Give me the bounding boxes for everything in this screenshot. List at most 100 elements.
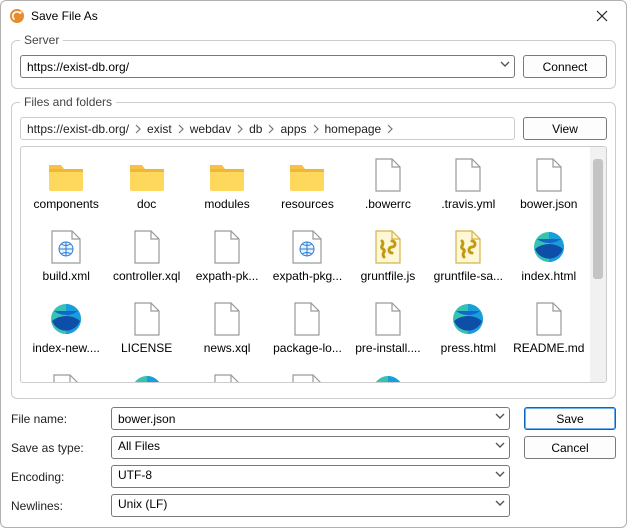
file-item[interactable]: package-lo...	[268, 297, 346, 367]
file-item[interactable]: index.html	[510, 225, 588, 295]
xml-file-icon	[287, 227, 327, 267]
file-item[interactable]: controller.xql	[107, 225, 185, 295]
html-file-icon	[368, 371, 408, 382]
folder-icon	[127, 155, 167, 195]
item-label: .bowerrc	[365, 197, 411, 211]
chevron-right-icon	[266, 123, 276, 135]
file-item[interactable]: gruntfile-sa...	[429, 225, 507, 295]
breadcrumb-segment[interactable]: https://exist-db.org/	[27, 122, 129, 136]
item-label: expath-pkg...	[273, 269, 342, 283]
file-item[interactable]: press.html	[429, 297, 507, 367]
file-item[interactable]: .bowerrc	[349, 153, 427, 223]
scrollbar[interactable]	[590, 147, 606, 382]
chevron-right-icon	[235, 123, 245, 135]
item-label: .travis.yml	[441, 197, 495, 211]
close-icon	[595, 9, 609, 23]
item-label: build.xml	[43, 269, 90, 283]
breadcrumb-segment[interactable]: apps	[280, 122, 306, 136]
item-label: pre-install....	[355, 341, 420, 355]
server-url-input[interactable]	[20, 55, 515, 78]
folder-item[interactable]: modules	[188, 153, 266, 223]
item-label: index.html	[521, 269, 576, 283]
item-label: doc	[137, 197, 156, 211]
file-file-icon	[287, 299, 327, 339]
item-label: gruntfile.js	[361, 269, 416, 283]
breadcrumb-segment[interactable]: webdav	[190, 122, 231, 136]
item-label: README.md	[513, 341, 584, 355]
breadcrumb-segment[interactable]: homepage	[325, 122, 382, 136]
file-grid[interactable]: components doc modules resources .bowerrc .tr…	[21, 147, 590, 382]
newlines-select[interactable]: Unix (LF)	[111, 494, 510, 517]
item-label: press.html	[441, 341, 496, 355]
file-item[interactable]: README.md	[510, 297, 588, 367]
folder-icon	[46, 155, 86, 195]
file-item[interactable]: news.xql	[188, 297, 266, 367]
newlines-value: Unix (LF)	[111, 494, 510, 517]
server-legend: Server	[20, 33, 63, 47]
file-file-icon	[448, 155, 488, 195]
file-file-icon	[46, 371, 86, 382]
file-item[interactable]: index-new....	[27, 297, 105, 367]
files-folders-group: Files and folders https://exist-db.org/e…	[11, 95, 616, 399]
close-button[interactable]	[586, 2, 618, 30]
xml-file-icon	[287, 371, 327, 382]
file-browser: components doc modules resources .bowerrc .tr…	[20, 146, 607, 383]
connect-button[interactable]: Connect	[523, 55, 607, 78]
window-title: Save File As	[31, 9, 586, 23]
item-label: LICENSE	[121, 341, 172, 355]
item-label: gruntfile-sa...	[434, 269, 503, 283]
html-file-icon	[529, 227, 569, 267]
file-item[interactable]: .travis.yml	[429, 153, 507, 223]
newlines-label: Newlines:	[11, 499, 101, 513]
item-label: news.xql	[204, 341, 251, 355]
item-label: modules	[204, 197, 249, 211]
app-icon	[9, 8, 25, 24]
file-item[interactable]: build.xml	[27, 225, 105, 295]
encoding-label: Encoding:	[11, 470, 101, 484]
encoding-value: UTF-8	[111, 465, 510, 488]
item-label: resources	[281, 197, 334, 211]
server-url-combo[interactable]	[20, 55, 515, 78]
encoding-select[interactable]: UTF-8	[111, 465, 510, 488]
file-item[interactable]: LICENSE	[107, 297, 185, 367]
folder-item[interactable]: doc	[107, 153, 185, 223]
html-file-icon	[448, 299, 488, 339]
folder-item[interactable]: components	[27, 153, 105, 223]
save-as-type-value: All Files	[111, 436, 510, 459]
file-name-input[interactable]	[111, 407, 510, 430]
file-file-icon	[207, 299, 247, 339]
item-label: bower.json	[520, 197, 577, 211]
js-file-icon	[448, 227, 488, 267]
save-button[interactable]: Save	[524, 407, 616, 430]
breadcrumb-segment[interactable]: db	[249, 122, 262, 136]
file-file-icon	[207, 227, 247, 267]
file-file-icon	[368, 299, 408, 339]
folder-icon	[287, 155, 327, 195]
view-button[interactable]: View	[523, 117, 607, 140]
item-label: controller.xql	[113, 269, 180, 283]
files-folders-legend: Files and folders	[20, 95, 116, 109]
file-item[interactable]	[268, 369, 346, 382]
file-item[interactable]: expath-pkg...	[268, 225, 346, 295]
file-item[interactable]	[349, 369, 427, 382]
file-file-icon	[529, 155, 569, 195]
file-item[interactable]: bower.json	[510, 153, 588, 223]
file-item[interactable]: pre-install....	[349, 297, 427, 367]
chevron-right-icon	[385, 123, 395, 135]
file-name-combo[interactable]	[111, 407, 510, 430]
file-file-icon	[368, 155, 408, 195]
titlebar: Save File As	[1, 1, 626, 31]
file-item[interactable]	[27, 369, 105, 382]
file-item[interactable]	[188, 369, 266, 382]
scrollbar-thumb[interactable]	[593, 159, 603, 279]
save-form: File name: Save Save as type: All Files …	[11, 407, 616, 517]
breadcrumb-segment[interactable]: exist	[147, 122, 172, 136]
save-as-type-select[interactable]: All Files	[111, 436, 510, 459]
file-item[interactable]: expath-pk...	[188, 225, 266, 295]
folder-item[interactable]: resources	[268, 153, 346, 223]
file-item[interactable]: gruntfile.js	[349, 225, 427, 295]
file-item[interactable]	[107, 369, 185, 382]
cancel-button[interactable]: Cancel	[524, 436, 616, 459]
breadcrumb[interactable]: https://exist-db.org/exist webdav db apps ho…	[20, 117, 515, 140]
html-file-icon	[127, 371, 167, 382]
